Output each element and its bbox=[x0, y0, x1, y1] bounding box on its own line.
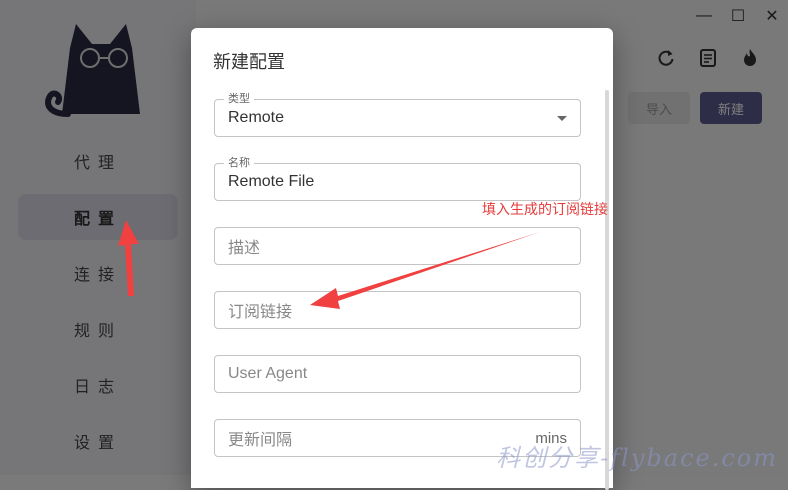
user-agent-placeholder: User Agent bbox=[228, 365, 308, 382]
user-agent-field[interactable]: User Agent bbox=[214, 355, 581, 393]
name-field[interactable]: 名称 Remote File bbox=[214, 156, 581, 201]
update-interval-placeholder: 更新间隔 bbox=[228, 432, 293, 449]
type-select[interactable]: 类型 Remote bbox=[214, 92, 581, 137]
description-placeholder: 描述 bbox=[228, 240, 261, 257]
chevron-down-icon bbox=[557, 116, 567, 121]
dialog-scrollbar[interactable] bbox=[605, 90, 609, 490]
type-label: 类型 bbox=[224, 92, 254, 106]
annotation-text: 填入生成的订阅链接 bbox=[482, 201, 608, 217]
subscription-url-placeholder: 订阅链接 bbox=[228, 304, 293, 321]
dialog-title: 新建配置 bbox=[213, 52, 285, 72]
watermark: 科创分享-flybace.com bbox=[496, 444, 778, 472]
name-label: 名称 bbox=[224, 156, 254, 170]
new-profile-dialog: 新建配置 类型 Remote 名称 Remote File 描述 订阅链接 Us… bbox=[191, 28, 613, 490]
type-value: Remote bbox=[228, 109, 285, 126]
name-value: Remote File bbox=[228, 173, 315, 190]
description-field[interactable]: 描述 bbox=[214, 227, 581, 265]
subscription-url-field[interactable]: 订阅链接 bbox=[214, 291, 581, 329]
